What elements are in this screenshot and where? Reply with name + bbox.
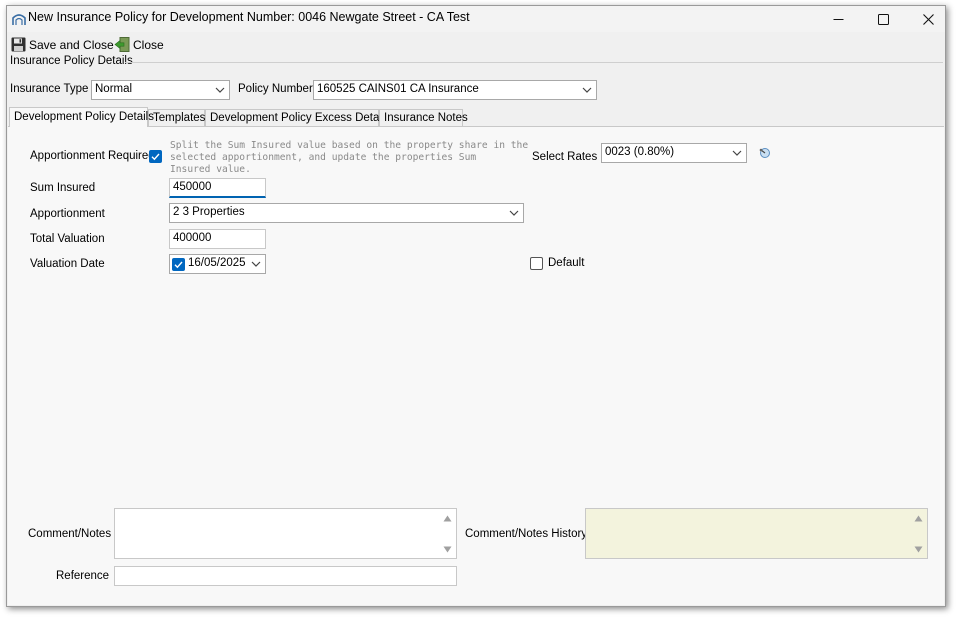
apportionment-value: 2 3 Properties xyxy=(173,206,245,218)
apportionment-required-label: Apportionment Required xyxy=(30,150,155,162)
total-valuation-label: Total Valuation xyxy=(30,233,105,245)
apportionment-required-checkbox[interactable] xyxy=(149,150,162,163)
close-icon xyxy=(923,13,934,25)
floppy-disk-icon xyxy=(11,37,26,52)
chevron-down-icon xyxy=(251,261,261,267)
sum-insured-input[interactable]: 450000 xyxy=(169,178,266,198)
comment-notes-history-label: Comment/Notes History xyxy=(465,528,588,540)
valuation-date-label: Valuation Date xyxy=(30,258,105,270)
comment-notes-label: Comment/Notes xyxy=(28,528,112,540)
insurance-policy-window: New Insurance Policy for Development Num… xyxy=(6,5,946,607)
policy-number-label: Policy Number xyxy=(238,83,313,95)
minimize-button[interactable] xyxy=(816,6,861,32)
chevron-down-icon xyxy=(582,87,592,93)
select-rates-label: Select Rates xyxy=(532,151,598,163)
sum-insured-label: Sum Insured xyxy=(30,182,96,194)
policy-number-dropdown[interactable]: 160525 CAINS01 CA Insurance xyxy=(313,80,597,100)
chevron-down-icon xyxy=(509,210,519,216)
checkmark-icon xyxy=(174,261,183,269)
development-policy-details-panel: Apportionment Required Split the Sum Ins… xyxy=(8,126,944,605)
comment-notes-textarea[interactable] xyxy=(114,508,457,559)
tab-insurance-notes[interactable]: Insurance Notes xyxy=(379,109,468,126)
minimize-icon xyxy=(833,18,844,20)
valuation-date-picker[interactable]: 16/05/2025 xyxy=(169,254,266,274)
title-bar[interactable]: New Insurance Policy for Development Num… xyxy=(7,6,945,32)
group-title: Insurance Policy Details xyxy=(10,55,133,67)
apportionment-hint: Split the Sum Insured value based on the… xyxy=(170,140,529,175)
save-and-close-button[interactable]: Save and Close xyxy=(11,36,114,53)
refresh-rates-icon[interactable] xyxy=(758,146,772,160)
sum-insured-value: 450000 xyxy=(173,181,212,193)
default-checkbox[interactable] xyxy=(530,257,543,270)
valuation-date-checkbox[interactable] xyxy=(172,258,185,271)
scroll-up-icon[interactable] xyxy=(914,515,923,522)
app-arch-icon xyxy=(12,14,26,25)
reference-input[interactable] xyxy=(114,566,457,586)
tab-development-policy-excess-details[interactable]: Development Policy Excess Details xyxy=(205,109,390,126)
scroll-down-icon[interactable] xyxy=(443,546,452,553)
window-title: New Insurance Policy for Development Num… xyxy=(28,10,470,24)
close-window-button[interactable] xyxy=(906,6,945,32)
apportionment-dropdown[interactable]: 2 3 Properties xyxy=(169,203,524,223)
scroll-down-icon[interactable] xyxy=(914,546,923,553)
insurance-type-value: Normal xyxy=(95,83,133,95)
total-valuation-value: 400000 xyxy=(173,232,212,244)
total-valuation-input[interactable]: 400000 xyxy=(169,229,266,249)
chevron-down-icon xyxy=(732,150,742,156)
exit-door-icon xyxy=(114,37,130,52)
chevron-down-icon xyxy=(215,87,225,93)
policy-number-value: 160525 CAINS01 CA Insurance xyxy=(317,83,479,95)
save-and-close-label: Save and Close xyxy=(29,37,114,52)
valuation-date-value: 16/05/2025 xyxy=(188,257,246,269)
select-rates-dropdown[interactable]: 0023 (0.80%) xyxy=(601,143,747,163)
insurance-type-dropdown[interactable]: Normal xyxy=(91,80,230,100)
tab-development-policy-details[interactable]: Development Policy Details xyxy=(9,107,154,127)
insurance-type-label: Insurance Type xyxy=(10,83,89,95)
close-label: Close xyxy=(133,37,164,52)
toolbar: Save and Close Close xyxy=(7,33,945,55)
comment-notes-history-textarea[interactable] xyxy=(585,508,928,559)
tab-templates[interactable]: Templates xyxy=(148,109,205,126)
apportionment-label: Apportionment xyxy=(30,208,105,220)
select-rates-value: 0023 (0.80%) xyxy=(605,146,675,158)
group-separator xyxy=(125,62,943,63)
close-button[interactable]: Close xyxy=(114,36,164,53)
maximize-icon xyxy=(878,13,889,25)
checkmark-icon xyxy=(151,153,160,161)
maximize-button[interactable] xyxy=(861,6,906,32)
reference-label: Reference xyxy=(56,570,110,582)
default-label: Default xyxy=(548,257,585,269)
scroll-up-icon[interactable] xyxy=(443,515,452,522)
